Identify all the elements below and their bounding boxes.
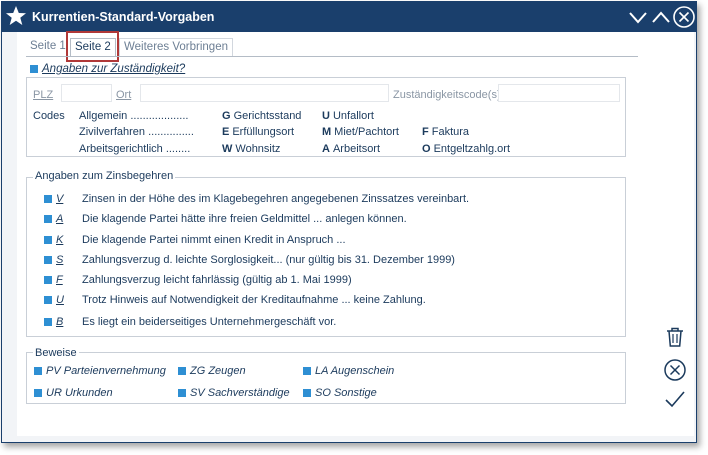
beweis-so[interactable]: SO Sonstige [303, 387, 377, 399]
checkbox-square-icon[interactable] [44, 296, 52, 305]
checkbox-square-icon[interactable] [303, 389, 311, 398]
star-icon [6, 6, 26, 25]
cancel-circle-icon[interactable] [663, 358, 687, 382]
beweis-zg[interactable]: ZG Zeugen [178, 365, 246, 377]
close-circle-icon[interactable] [672, 5, 696, 29]
title-bar[interactable]: Kurrentien-Standard-Vorgaben [2, 2, 696, 32]
checkbox-square-icon[interactable] [44, 215, 52, 224]
zins-option-u[interactable]: U Trotz Hinweis auf Notwendigkeit der Kre… [44, 294, 426, 306]
checkbox-square-icon[interactable] [44, 256, 52, 265]
ort-input[interactable] [140, 84, 389, 102]
code-g: G Gerichtsstand [222, 110, 302, 122]
zins-option-k[interactable]: K Die klagende Partei nimmt einen Kredit … [44, 234, 346, 246]
zins-option-v[interactable]: V Zinsen in der Höhe des im Klagebegehren… [44, 193, 469, 205]
zins-option-b[interactable]: B Es liegt ein beiderseitiges Unternehmer… [44, 316, 336, 328]
chevron-down-icon[interactable] [626, 5, 650, 29]
codes-label: Codes [33, 110, 65, 122]
beweis-pv[interactable]: PV Parteienvernehmung [34, 365, 166, 377]
code-a: A Arbeitsort [322, 143, 381, 155]
beweis-ur[interactable]: UR Urkunden [34, 387, 113, 399]
checkbox-square-icon[interactable] [44, 195, 52, 204]
checkbox-square-icon[interactable] [44, 318, 52, 327]
checkbox-square-icon[interactable] [178, 367, 186, 376]
code-m: M Miet/Pachtort [322, 126, 399, 138]
ort-label: Ort [116, 89, 132, 101]
tab-divider [26, 56, 638, 57]
code-f: F Faktura [422, 126, 470, 138]
code-zivilverfahren: Zivilverfahren ............... [79, 126, 194, 138]
checkbox-square-icon[interactable] [34, 389, 42, 398]
code-u: U Unfallort [322, 110, 374, 122]
checkbox-square-icon[interactable] [34, 367, 42, 376]
zustaendigkeitscode-label: Zuständigkeitscode(s) [393, 89, 501, 101]
checkbox-square-icon[interactable] [178, 389, 186, 398]
beweis-sv[interactable]: SV Sachverständige [178, 387, 290, 399]
tab-weiteres-vorbringen[interactable]: Weiteres Vorbringen [119, 38, 233, 56]
checkbox-square-icon [30, 64, 38, 73]
beweis-la[interactable]: LA Augenschein [303, 365, 394, 377]
zins-option-a[interactable]: A Die klagende Partei hätte ihre freien G… [44, 213, 407, 225]
code-allgemein: Allgemein ................... [79, 110, 189, 122]
checkmark-icon[interactable] [663, 387, 687, 411]
code-e: E Erfüllungsort [222, 126, 295, 138]
checkbox-square-icon[interactable] [303, 367, 311, 376]
code-arbeitsgerichtlich: Arbeitsgerichtlich ........ [79, 143, 191, 155]
checkbox-square-icon[interactable] [44, 276, 52, 285]
chevron-up-icon[interactable] [649, 5, 673, 29]
active-tab-highlight [66, 31, 119, 62]
beweise-heading: Beweise [33, 347, 79, 359]
plz-label: PLZ [33, 89, 54, 101]
window-title: Kurrentien-Standard-Vorgaben [32, 10, 215, 24]
checkbox-square-icon[interactable] [44, 236, 52, 245]
zustaendigkeitscode-input[interactable] [498, 84, 620, 102]
zinsbegehren-heading: Angaben zum Zinsbegehren [33, 170, 176, 182]
code-o: O Entgeltzahlg.ort [422, 143, 510, 155]
tab-seite-1[interactable]: Seite 1 [26, 38, 70, 56]
zins-option-s[interactable]: S Zahlungsverzug d. leichte Sorglosigkeit… [44, 254, 455, 266]
trash-icon[interactable] [663, 325, 687, 349]
zins-option-f[interactable]: F Zahlungsverzug leicht fahrlässig (gülti… [44, 274, 352, 286]
plz-input[interactable] [61, 84, 112, 102]
zustaendigkeit-heading[interactable]: Angaben zur Zuständigkeit? [30, 63, 185, 75]
code-w: W Wohnsitz [222, 143, 281, 155]
